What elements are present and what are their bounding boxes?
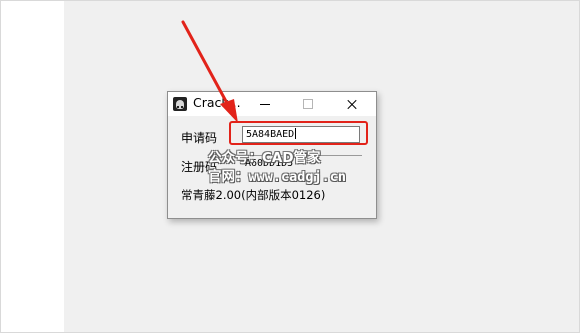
request-code-label: 申请码 bbox=[181, 131, 218, 145]
minimize-button[interactable] bbox=[252, 92, 278, 116]
app-icon bbox=[173, 97, 187, 111]
watermark-line2: 官网：www.cadgj.cn bbox=[208, 169, 347, 185]
red-highlight-box bbox=[229, 121, 368, 145]
left-panel bbox=[1, 1, 63, 332]
close-button[interactable] bbox=[339, 92, 365, 116]
title-bar[interactable]: Crack... bbox=[168, 92, 376, 116]
version-label: 常青藤2.00(内部版本0126) bbox=[181, 188, 326, 202]
window-title: Crack... bbox=[193, 95, 241, 110]
watermark-line1: 公众号：CAD管家 bbox=[208, 150, 321, 166]
maximize-button[interactable] bbox=[294, 92, 320, 116]
